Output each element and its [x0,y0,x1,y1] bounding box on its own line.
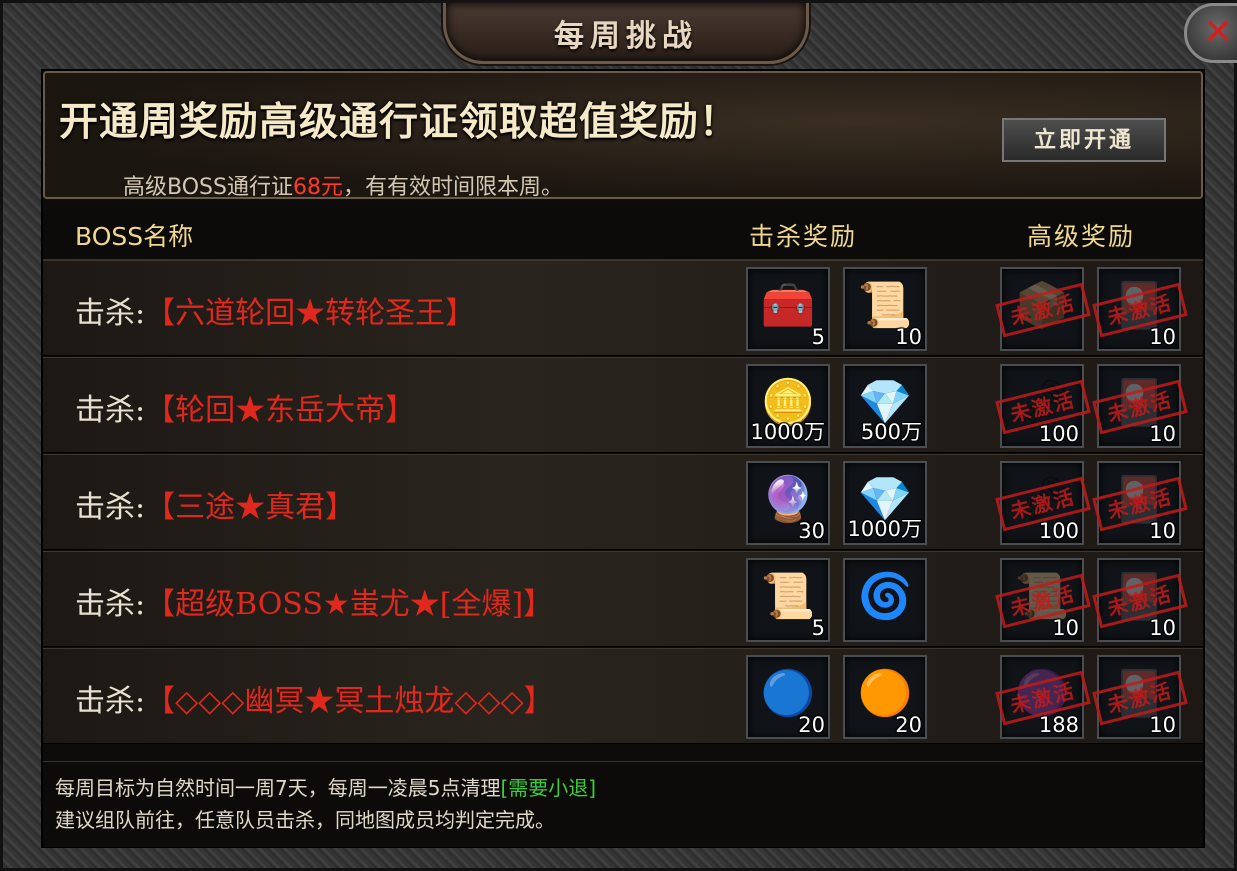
kill-colon: : [135,684,146,719]
boss-row: 击杀:【三途★真君】 🔮 30 💎 1000万 🗝 未激活 100 🎴 未激活 10 [43,454,1203,550]
item-count: 10 [1149,519,1176,543]
premium-pass-banner: 开通周奖励高级通行证领取超值奖励！ 高级BOSS通行证68元，有有效时间限本周。… [43,71,1203,201]
kill-reward-slot[interactable]: 📜 10 [843,267,927,351]
item-count: 30 [798,519,825,543]
item-count: 188 [1038,713,1079,737]
boss-name: 【六道轮回★转轮圣王】 [145,296,476,331]
item-count: 10 [895,325,922,349]
advanced-reward-slot[interactable]: 🎴 未激活 10 [1092,558,1188,642]
advanced-reward-slot[interactable]: 🎴 未激活 10 [1092,267,1188,351]
title-plate: 每周挑战 [443,3,809,64]
item-count: 20 [895,713,922,737]
kill-reward-slot[interactable]: 🟠 20 [843,655,927,739]
rules-line-2: 建议组队前往，任意队员击杀，同地图成员均判定完成。 [55,808,555,832]
rules-footer: 每周目标为自然时间一周7天，每周一凌晨5点清理[需要小退] 建议组队前往，任意队… [43,761,1203,847]
boss-name: 【三途★真君】 [145,490,356,525]
window-title: 每周挑战 [554,19,698,54]
item-count: 5 [811,325,825,349]
advanced-reward-slot[interactable]: 📦 未激活 [995,267,1091,351]
item-count: 10 [1149,616,1176,640]
kill-colon: : [135,587,146,622]
column-header-kill-reward: 击杀奖励 [749,222,858,251]
advanced-reward-slot[interactable]: 📜 未激活 10 [995,558,1091,642]
item-count: 10 [1149,713,1176,737]
boss-label: 击杀:【超级BOSS★蚩尤★[全爆]】 [75,579,553,623]
close-button[interactable]: ✕ [1184,3,1237,63]
boss-name: 【轮回★东岳大帝】 [145,393,416,428]
kill-prefix: 击杀 [75,587,135,622]
kill-reward-slot[interactable]: 🌀 [843,558,927,642]
boss-row: 击杀:【超级BOSS★蚩尤★[全爆]】 📜 5 🌀 📜 未激活 10 🎴 未激活 10 [43,551,1203,647]
kill-reward-slot[interactable]: 🔵 20 [746,655,830,739]
red-scroll-icon: 📜 [760,571,816,622]
boss-label: 击杀:【三途★真君】 [75,482,355,526]
kill-colon: : [135,296,146,331]
banner-sub-prefix: 高级BOSS通行证 [123,175,293,200]
kill-reward-slot[interactable]: 🪙 1000万 [746,364,830,448]
item-count: 100 [1038,422,1079,446]
item-count: 10 [1052,616,1079,640]
relog-note: [需要小退] [500,776,597,800]
treasure-chest-icon: 🧰 [760,280,816,331]
advanced-reward-slot[interactable]: 🗝 未激活 100 [995,461,1091,545]
advanced-reward-slot[interactable]: 🎴 未激活 10 [1092,461,1188,545]
open-now-button[interactable]: 立即开通 [1002,118,1166,162]
advanced-reward-slot[interactable]: 🗝 未激活 100 [995,364,1091,448]
column-header-boss-name: BOSS名称 [75,222,194,251]
item-count: 100 [1038,519,1079,543]
boss-name: 【超级BOSS★蚩尤★[全爆]】 [145,587,554,622]
item-count: 20 [798,713,825,737]
boss-label: 击杀:【轮回★东岳大帝】 [75,385,415,429]
rules-line-1-text: 每周目标为自然时间一周7天，每周一凌晨5点清理 [55,776,501,800]
boss-row: 击杀:【六道轮回★转轮圣王】 🧰 5 📜 10 📦 未激活 🎴 未激活 10 [43,260,1203,356]
kill-reward-slot[interactable]: 📜 5 [746,558,830,642]
item-count: 1000万 [750,420,825,444]
boss-label: 击杀:【六道轮回★转轮圣王】 [75,288,475,332]
weekly-challenge-window: 每周挑战 ✕ 开通周奖励高级通行证领取超值奖励！ 高级BOSS通行证68元，有有… [0,0,1237,871]
kill-reward-slot[interactable]: 🧰 5 [746,267,830,351]
kill-reward-slot[interactable]: 🔮 30 [746,461,830,545]
kill-prefix: 击杀 [75,684,135,719]
boss-row: 击杀:【◇◇◇幽冥★冥土烛龙◇◇◇】 🔵 20 🟠 20 🟣 未激活 188 🎴 未激活 10 [43,648,1203,744]
item-count: 5 [811,616,825,640]
kill-reward-slot[interactable]: 💎 1000万 [843,461,927,545]
kill-prefix: 击杀 [75,393,135,428]
column-header-advanced-reward: 高级奖励 [1027,222,1136,251]
banner-sub-suffix: ，有有效时间限本周。 [342,175,563,200]
banner-title: 开通周奖励高级通行证领取超值奖励！ [59,99,740,145]
content-panel: 开通周奖励高级通行证领取超值奖励！ 高级BOSS通行证68元，有有效时间限本周。… [41,69,1205,848]
kill-prefix: 击杀 [75,296,135,331]
advanced-reward-slot[interactable]: 🎴 未激活 10 [1092,655,1188,739]
boss-name: 【◇◇◇幽冥★冥土烛龙◇◇◇】 [145,684,554,719]
kill-colon: : [135,393,146,428]
boss-row: 击杀:【轮回★东岳大帝】 🪙 1000万 💎 500万 🗝 未激活 100 🎴 未激活 10 [43,357,1203,453]
boss-label: 击杀:【◇◇◇幽冥★冥土烛龙◇◇◇】 [75,676,554,720]
item-count: 500万 [860,420,922,444]
item-count: 10 [1149,325,1176,349]
kill-colon: : [135,490,146,525]
kill-prefix: 击杀 [75,490,135,525]
rules-line-1: 每周目标为自然时间一周7天，每周一凌晨5点清理[需要小退] [55,772,596,801]
table-header: BOSS名称 击杀奖励 高级奖励 [43,209,1203,260]
pass-price: 68元 [292,175,343,200]
banner-subtitle: 高级BOSS通行证68元，有有效时间限本周。 [123,169,563,201]
item-count: 1000万 [847,517,922,541]
kill-reward-slot[interactable]: 💎 500万 [843,364,927,448]
close-icon[interactable]: ✕ [1203,12,1233,53]
advanced-reward-slot[interactable]: 🎴 未激活 10 [1092,364,1188,448]
item-count: 10 [1149,422,1176,446]
blue-scroll-icon: 🌀 [857,571,913,622]
advanced-reward-slot[interactable]: 🟣 未激活 188 [995,655,1091,739]
